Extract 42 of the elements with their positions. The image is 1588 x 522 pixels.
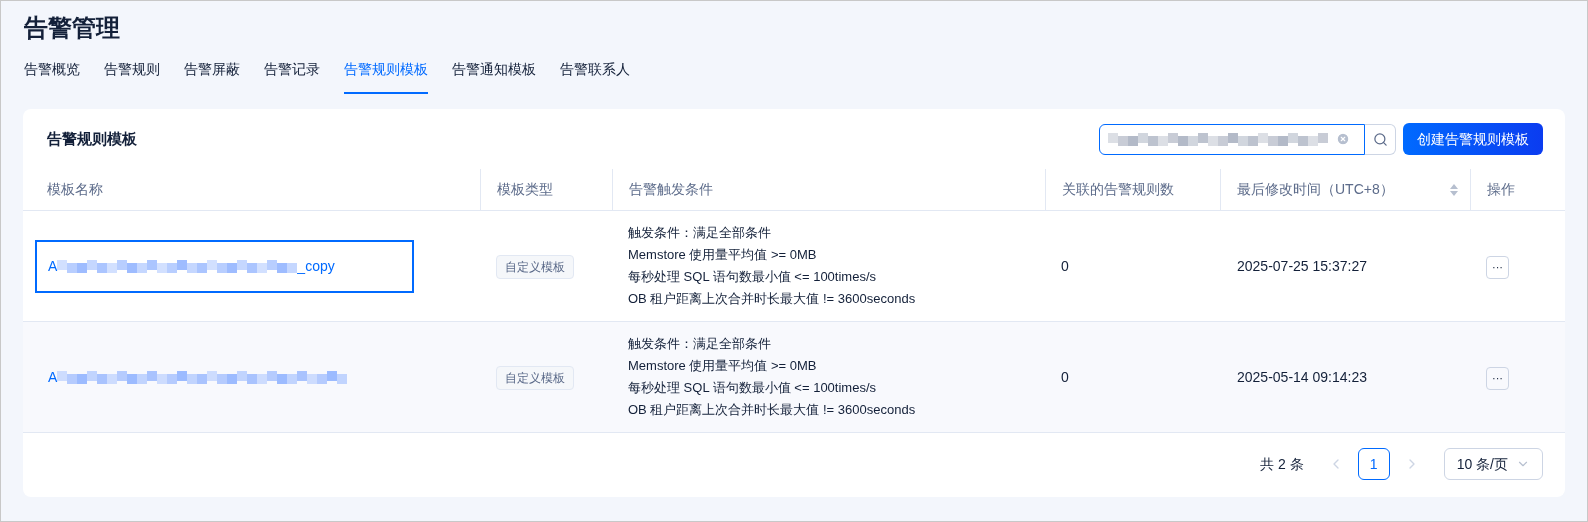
search-button[interactable] <box>1365 123 1396 155</box>
template-name-link[interactable]: A <box>35 350 414 404</box>
page-button[interactable]: 1 <box>1357 448 1390 480</box>
total-count: 共 2 条 <box>1260 454 1304 474</box>
rule-count: 0 <box>1061 369 1069 385</box>
column-header: 关联的告警规则数 <box>1062 180 1174 199</box>
column-header: 模板名称 <box>47 180 103 199</box>
clear-icon[interactable] <box>1336 132 1350 146</box>
column-header: 告警触发条件 <box>629 180 713 199</box>
condition-text: 触发条件：满足全部条件 <box>628 335 771 353</box>
template-name-link[interactable]: A _copy <box>35 239 414 293</box>
type-tag: 自定义模板 <box>496 365 574 390</box>
tab[interactable]: 告警规则 <box>104 59 160 94</box>
page-size-select[interactable]: 10 条/页 <box>1443 448 1543 480</box>
condition-text: OB 租户距离上次合并时长最大值 != 3600seconds <box>628 401 916 419</box>
condition-text: Memstore 使用量平均值 >= 0MB <box>628 246 817 264</box>
create-button[interactable]: 创建告警规则模板 <box>1403 123 1543 155</box>
tab[interactable]: 告警屏蔽 <box>184 59 240 94</box>
card-title: 告警规则模板 <box>47 128 137 149</box>
type-tag: 自定义模板 <box>496 254 574 279</box>
condition-text: 触发条件：满足全部条件 <box>628 224 771 242</box>
tab[interactable]: 告警通知模板 <box>452 59 536 94</box>
more-button[interactable]: ··· <box>1486 366 1509 390</box>
modified-time: 2025-05-14 09:14:23 <box>1237 369 1367 385</box>
more-button[interactable]: ··· <box>1486 255 1509 279</box>
condition-text: OB 租户距离上次合并时长最大值 != 3600seconds <box>628 290 916 308</box>
tab[interactable]: 告警概览 <box>24 59 80 94</box>
column-header: 最后修改时间（UTC+8） <box>1237 180 1394 199</box>
tab[interactable]: 告警联系人 <box>560 59 630 94</box>
column-header: 模板类型 <box>497 180 553 199</box>
condition-text: 每秒处理 SQL 语句数最小值 <= 100times/s <box>628 268 877 286</box>
sort-icon[interactable] <box>1450 183 1458 196</box>
page-title: 告警管理 <box>24 13 120 43</box>
column-header: 操作 <box>1487 180 1515 199</box>
condition-text: 每秒处理 SQL 语句数最小值 <= 100times/s <box>628 379 877 397</box>
modified-time: 2025-07-25 15:37:27 <box>1237 258 1367 274</box>
rule-count: 0 <box>1061 258 1069 274</box>
condition-text: Memstore 使用量平均值 >= 0MB <box>628 357 817 375</box>
search-field[interactable] <box>1099 123 1365 155</box>
tab[interactable]: 告警规则模板 <box>344 59 428 94</box>
search-icon <box>1372 131 1388 147</box>
tab[interactable]: 告警记录 <box>264 59 320 94</box>
